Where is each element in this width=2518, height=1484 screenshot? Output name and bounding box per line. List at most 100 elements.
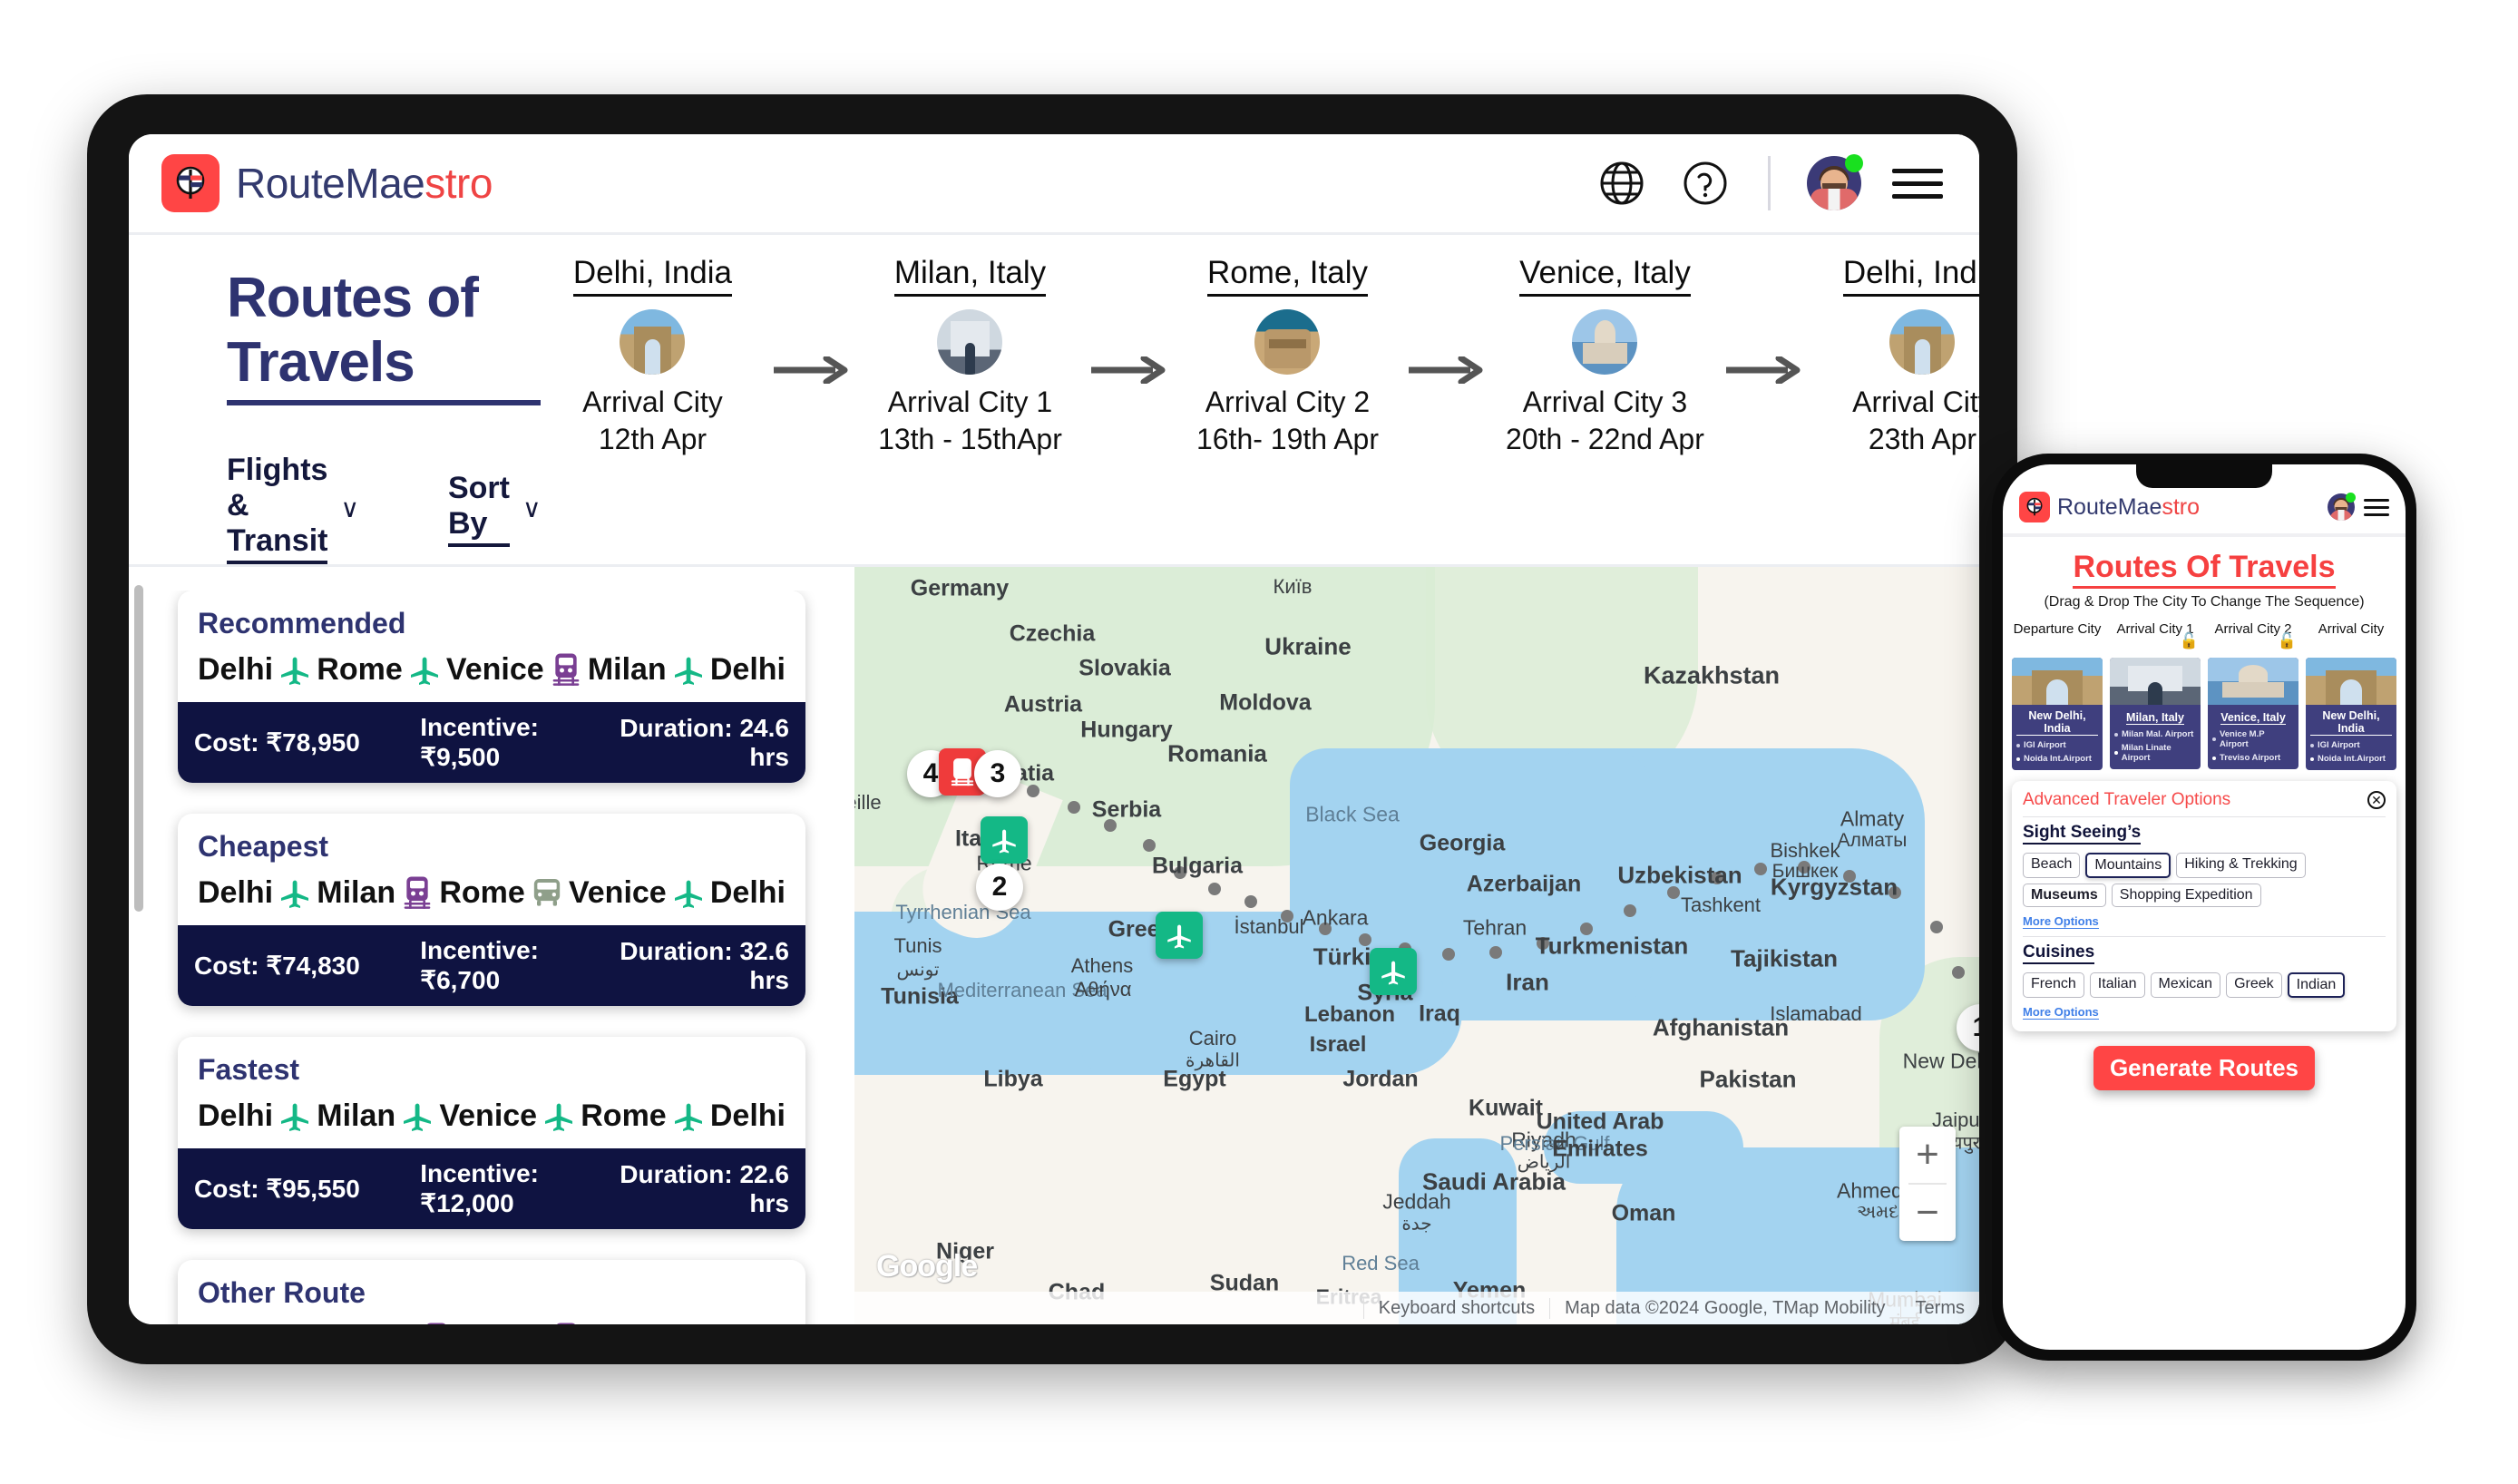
map-plane-marker-icon[interactable] <box>1156 912 1203 959</box>
itinerary-stop[interactable]: Delhi, India Arrival City 23th Apr <box>1810 255 1979 458</box>
phone-airport-item[interactable]: Milan Mal. Airport <box>2114 729 2196 739</box>
map-label: Georgia <box>1419 830 1506 856</box>
map-sequence-marker[interactable]: 3 <box>974 750 1021 797</box>
map-plane-marker-icon[interactable] <box>981 816 1028 864</box>
filter-sort-by[interactable]: Sort By ∨ <box>447 471 541 547</box>
map-panel[interactable]: Germany Czechia Slovakia Austria Hungary Ukra… <box>854 567 1979 1324</box>
phone-city-tile[interactable]: New Delhi, India IGI Airport Noida Int.Air… <box>2306 658 2396 770</box>
map-sequence-marker[interactable]: 2 <box>976 864 1023 911</box>
phone-header-separator <box>2003 533 2406 537</box>
route-card-summary: Cost: ₹74,830 Incentive: ₹6,700 Duration: … <box>178 925 805 1006</box>
map-label: New Delhi <box>1902 1049 1979 1073</box>
more-options-link[interactable]: More Options <box>2023 914 2099 929</box>
route-option-card[interactable]: Recommended Delhi Rome Venice Milan Delhi Cost… <box>178 591 805 783</box>
zoom-in-button[interactable]: + <box>1899 1127 1956 1183</box>
generate-routes-wrap: Generate Routes <box>2003 1046 2406 1090</box>
itinerary-stop[interactable]: Rome, Italy Arrival City 2 16th- 19th Apr <box>1176 255 1399 458</box>
phone-airport-item[interactable]: Treviso Airport <box>2212 753 2294 763</box>
globe-icon[interactable] <box>1596 157 1648 210</box>
route-card-title: Recommended <box>198 607 406 639</box>
unlock-icon[interactable]: 🔓 <box>2278 632 2297 650</box>
brand-logo[interactable]: RouteMaestro <box>161 154 493 212</box>
itinerary-stop[interactable]: Milan, Italy Arrival City 1 13th - 15thApr <box>858 255 1081 458</box>
terms-link[interactable]: Terms <box>1899 1297 1979 1319</box>
phone-airport-item[interactable]: Noida Int.Airport <box>2016 754 2098 764</box>
phone-city-card[interactable]: Arrival City 1 🔓 Milan, Italy Milan Mal. Ai… <box>2110 621 2201 770</box>
close-circle-icon[interactable]: ✕ <box>2367 791 2386 809</box>
map-label: Oman <box>1611 1200 1676 1226</box>
routes-scrollbar[interactable] <box>134 585 143 912</box>
route-path-dot <box>1754 863 1767 875</box>
phone-city-tile[interactable]: Milan, Italy Milan Mal. Airport Milan Lina… <box>2110 658 2201 769</box>
phone-city-tile[interactable]: New Delhi, India IGI Airport Noida Int.Air… <box>2012 658 2103 770</box>
advanced-traveler-options-panel: Advanced Traveler Options ✕ Sight Seeing… <box>2012 781 2396 1031</box>
help-circle-icon[interactable] <box>1679 157 1732 210</box>
route-option-card[interactable]: Fastest Delhi Milan Venice Rome Delhi Cost: ₹9… <box>178 1037 805 1229</box>
hamburger-menu-icon[interactable] <box>1892 168 1943 199</box>
city-thumbnail <box>1572 309 1638 375</box>
avatar[interactable] <box>2328 493 2356 521</box>
more-options-link[interactable]: More Options <box>2023 1005 2099 1020</box>
screenshot-stage: RouteMaestro Routes of Travels Flights &… <box>0 0 2518 1484</box>
phone-airport-item[interactable]: IGI Airport <box>2310 740 2392 750</box>
chevron-down-icon: ∨ <box>340 494 359 522</box>
itinerary-stop-city: Rome, Italy <box>1206 255 1368 297</box>
route-card-title: Other Route <box>198 1276 366 1309</box>
phone-city-card[interactable]: Departure City New Delhi, India IGI Airpor… <box>2012 621 2103 770</box>
city-thumbnail <box>2208 658 2298 705</box>
route-city: Venice <box>445 651 544 687</box>
plane-icon <box>669 874 708 911</box>
option-chip[interactable]: French <box>2023 972 2084 998</box>
unlock-icon[interactable]: 🔓 <box>2180 632 2199 650</box>
generate-routes-button[interactable]: Generate Routes <box>2093 1046 2316 1090</box>
filter-flights-transit[interactable]: Flights & Transit ∨ <box>227 453 359 564</box>
option-chip[interactable]: Mountains <box>2085 853 2172 878</box>
phone-city-card[interactable]: Arrival City 2 🔓 Venice, Italy Venice M.P A… <box>2208 621 2298 770</box>
option-chip[interactable]: Shopping Expedition <box>2111 884 2261 907</box>
map-label: Serbia <box>1091 796 1162 823</box>
app-header: RouteMaestro <box>129 134 1979 232</box>
option-chip[interactable]: Hiking & Trekking <box>2176 853 2306 878</box>
phone-city-card[interactable]: Arrival City New Delhi, India IGI Airport N… <box>2306 621 2396 770</box>
itinerary-stop[interactable]: Venice, Italy Arrival City 3 20th - 22nd A… <box>1493 255 1716 458</box>
phone-city-info: Milan, Italy Milan Mal. Airport Milan Lina… <box>2110 705 2201 769</box>
itinerary-stop[interactable]: Delhi, India Arrival City 12th Apr <box>541 255 764 458</box>
map-label: Israel <box>1309 1032 1367 1057</box>
route-option-card[interactable]: Cheapest Delhi Milan Rome Venice Delhi Cost: ₹… <box>178 814 805 1006</box>
phone-city-info: New Delhi, India IGI Airport Noida Int.Air… <box>2306 705 2396 770</box>
phone-screen: RouteMaestro Routes Of Travels (Drag & D… <box>2003 464 2406 1350</box>
map-zoom-controls[interactable]: + − <box>1899 1127 1956 1241</box>
option-chip[interactable]: Museums <box>2023 884 2106 907</box>
map-label: Bishkek <box>1770 839 1840 862</box>
keyboard-shortcuts-link[interactable]: Keyboard shortcuts <box>1362 1297 1549 1319</box>
option-chip[interactable]: Mexican <box>2150 972 2221 998</box>
option-chip[interactable]: Indian <box>2287 972 2346 998</box>
option-chip[interactable]: Italian <box>2089 972 2145 998</box>
map-label: Tehran <box>1462 915 1527 940</box>
map-plane-marker-icon[interactable] <box>1370 948 1417 995</box>
phone-airport-item[interactable]: Milan Linate Airport <box>2114 743 2196 763</box>
avatar[interactable] <box>1807 154 1863 210</box>
map-label: Pakistan <box>1699 1065 1797 1093</box>
route-option-card[interactable]: Other RouteDelhiVeniceRomeMilanDelhiCost… <box>178 1260 805 1324</box>
itinerary-arrow-icon <box>1081 255 1176 384</box>
phone-airport-item[interactable]: IGI Airport <box>2016 740 2098 750</box>
map-label: Black Sea <box>1305 802 1400 826</box>
options-title: Advanced Traveler Options <box>2023 790 2231 809</box>
route-city: Delhi <box>198 1322 273 1325</box>
itinerary-stop-dates: 16th- 19th Apr <box>1196 422 1379 455</box>
route-duration: Duration: 24.6 hrs <box>620 713 789 771</box>
phone-airport-item[interactable]: Venice M.P Airport <box>2212 729 2294 749</box>
phone-airport-item[interactable]: Noida Int.Airport <box>2310 754 2392 764</box>
phone-city-tile[interactable]: Venice, Italy Venice M.P Airport Treviso A… <box>2208 658 2298 769</box>
hamburger-menu-icon[interactable] <box>2364 498 2389 516</box>
option-chip[interactable]: Greek <box>2226 972 2282 998</box>
option-chip[interactable]: Beach <box>2023 853 2081 878</box>
city-thumbnail <box>2306 658 2396 705</box>
phone-notch <box>2136 464 2272 488</box>
map-label: Islamabad <box>1770 1002 1862 1025</box>
route-cost: Cost: ₹78,950 <box>194 728 360 757</box>
zoom-out-button[interactable]: − <box>1899 1185 1956 1241</box>
map-canvas[interactable]: Germany Czechia Slovakia Austria Hungary Ukra… <box>854 567 1979 1324</box>
route-city: Milan <box>317 874 396 910</box>
